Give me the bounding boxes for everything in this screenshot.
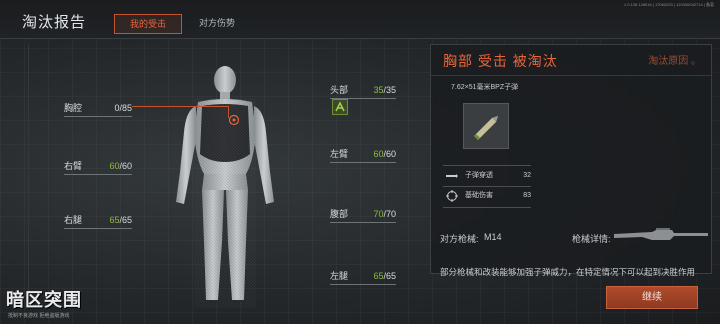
page-title: 淘汰报告 — [22, 14, 87, 31]
status-effect-icon[interactable] — [332, 99, 348, 115]
stat-label: 子弹穿透 — [465, 172, 493, 179]
hit-target-icon — [228, 114, 240, 126]
part-health: 60/60 — [373, 149, 396, 159]
tip-text: 部分枪械和改装能够加强子弹威力，在特定情况下可以起到决胜作用 — [440, 267, 696, 277]
kill-title: 胸部 受击 被淘汰 — [443, 53, 558, 69]
body-part-left-leg: 左腿 65/65 — [330, 268, 396, 285]
logo-subtitle: 抵制不良游戏 拒绝盗版游戏 — [8, 313, 70, 319]
top-bar: 淘汰报告 我的受击 对方伤势 1.0.128.128016 | 17062023… — [0, 0, 720, 39]
part-health: 65/65 — [109, 215, 132, 225]
part-name: 右腿 — [64, 215, 83, 225]
part-name: 头部 — [330, 85, 349, 95]
body-part-abdomen: 腹部 70/70 — [330, 206, 396, 223]
game-logo: 暗区突围 — [6, 290, 82, 311]
stat-label: 基础伤害 — [465, 192, 493, 199]
stat-base-damage: 基础伤害 83 — [445, 187, 531, 205]
build-info: 1.0.128.128016 | 17062023 | 120330042714… — [623, 2, 714, 7]
enemy-weapon-label: 对方枪械: — [440, 234, 479, 244]
crosshair-icon — [446, 190, 458, 202]
part-name: 左臂 — [330, 149, 349, 159]
body-silhouette — [176, 66, 274, 308]
weapon-detail-label: 枪械详情: — [572, 234, 611, 244]
rifle-icon[interactable] — [612, 226, 710, 244]
part-health: 65/65 — [373, 271, 396, 281]
chest-pointer-line — [132, 106, 228, 107]
enemy-weapon-name: M14 — [484, 232, 502, 242]
body-figure — [150, 62, 300, 308]
bullet-icon — [446, 174, 458, 178]
body-part-head: 头部 35/35 — [330, 82, 396, 99]
kill-reason-label: 淘汰原因 。 — [648, 56, 701, 67]
body-part-right-leg: 右腿 65/65 — [64, 212, 132, 229]
divider — [443, 165, 531, 166]
part-name: 胸腔 — [64, 103, 83, 113]
part-health: 35/35 — [373, 85, 396, 95]
left-divider — [28, 44, 29, 306]
continue-button[interactable]: 继续 — [606, 286, 698, 309]
body-part-left-arm: 左臂 60/60 — [330, 146, 396, 163]
body-part-chest: 胸腔 0/85 — [64, 100, 132, 117]
stat-value: 83 — [523, 192, 531, 199]
ammo-name: 7.62×51毫米BPZ子弹 — [451, 84, 519, 91]
part-name: 腹部 — [330, 209, 349, 219]
stat-penetration: 子弹穿透 32 — [445, 167, 531, 185]
part-name: 右臂 — [64, 161, 83, 171]
part-health: 0/85 — [114, 103, 132, 113]
stat-value: 32 — [523, 172, 531, 179]
part-health: 70/70 — [373, 209, 396, 219]
part-health: 60/60 — [109, 161, 132, 171]
panel-header: 胸部 受击 被淘汰 淘汰原因 。 — [431, 45, 711, 76]
tab-enemy-injuries[interactable]: 对方伤势 — [186, 14, 248, 32]
ammo-icon[interactable] — [463, 103, 509, 149]
tab-my-hits[interactable]: 我的受击 — [114, 14, 182, 34]
divider — [443, 207, 531, 208]
part-name: 左腿 — [330, 271, 349, 281]
body-part-right-arm: 右臂 60/60 — [64, 158, 132, 175]
